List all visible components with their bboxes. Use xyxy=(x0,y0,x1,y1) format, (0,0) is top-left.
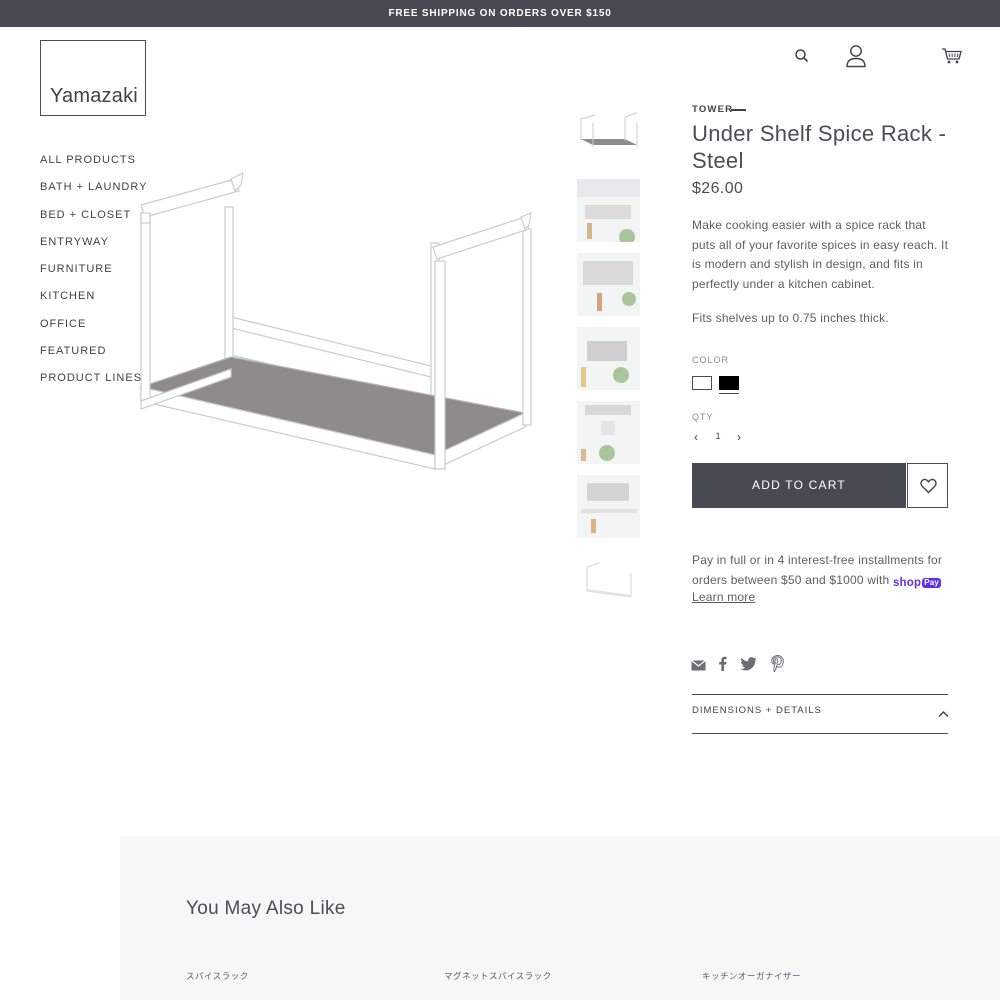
nav-item-bed-closet[interactable]: BED + CLOSET xyxy=(40,205,147,232)
cart-icon[interactable] xyxy=(941,47,963,65)
nav-item-office[interactable]: OFFICE xyxy=(40,314,147,341)
shipping-banner: FREE SHIPPING ON ORDERS OVER $150 xyxy=(0,0,1000,27)
dimensions-details-toggle[interactable]: DIMENSIONS + DETAILS xyxy=(692,705,822,716)
qty-increase-button[interactable]: › xyxy=(733,430,745,444)
logo-text: Yamazaki xyxy=(50,85,138,107)
thumbnail-2[interactable] xyxy=(577,179,640,242)
nav-item-product-lines[interactable]: PRODUCT LINES xyxy=(40,368,147,395)
pinterest-icon[interactable] xyxy=(771,654,784,677)
details-bottom-divider xyxy=(692,733,948,734)
nav-item-bath-laundry[interactable]: BATH + LAUNDRY xyxy=(40,177,147,204)
add-to-cart-button[interactable]: ADD TO CART xyxy=(692,463,906,508)
learn-more-link[interactable]: Learn more xyxy=(692,590,755,604)
product-price: $26.00 xyxy=(692,180,744,197)
wishlist-button[interactable] xyxy=(907,463,948,508)
twitter-icon[interactable] xyxy=(740,657,757,676)
product-main-image[interactable] xyxy=(135,165,545,485)
color-label: COLOR xyxy=(692,355,730,365)
qty-value[interactable]: 1 xyxy=(712,431,724,441)
color-swatch-black[interactable] xyxy=(719,376,739,390)
nav-item-kitchen[interactable]: KITCHEN xyxy=(40,286,147,313)
category-nav: ALL PRODUCTS BATH + LAUNDRY BED + CLOSET… xyxy=(40,150,147,396)
shop-pay-logo: shop Pay xyxy=(892,574,942,594)
nav-item-entryway[interactable]: ENTRYWAY xyxy=(40,232,147,259)
thumbnail-7[interactable] xyxy=(577,555,640,618)
product-fit-note: Fits shelves up to 0.75 inches thick. xyxy=(692,311,889,325)
related-products-title: You May Also Like xyxy=(186,898,346,919)
account-icon[interactable] xyxy=(845,44,867,68)
color-swatch-white[interactable] xyxy=(692,376,712,390)
nav-item-furniture[interactable]: FURNITURE xyxy=(40,259,147,286)
heart-icon xyxy=(920,478,937,494)
qty-decrease-button[interactable]: ‹ xyxy=(690,430,702,444)
qty-label: QTY xyxy=(692,412,714,422)
nav-item-featured[interactable]: FEATURED xyxy=(40,341,147,368)
details-top-divider xyxy=(692,694,948,695)
email-icon[interactable] xyxy=(691,658,706,676)
thumbnail-6[interactable] xyxy=(577,475,640,538)
shop-pay-word: shop xyxy=(892,576,922,589)
product-description: Make cooking easier with a spice rack th… xyxy=(692,218,949,291)
related-product-2[interactable]: マグネットスパイスラック xyxy=(444,970,552,982)
related-product-1[interactable]: スパイスラック xyxy=(186,970,249,982)
thumbnail-3[interactable] xyxy=(577,253,640,316)
brand-divider xyxy=(731,109,746,111)
related-product-3[interactable]: キッチンオーガナイザー xyxy=(702,970,801,982)
search-icon[interactable] xyxy=(794,48,810,64)
nav-item-all-products[interactable]: ALL PRODUCTS xyxy=(40,150,147,177)
selected-swatch-indicator xyxy=(719,393,739,394)
logo[interactable]: Yamazaki xyxy=(40,40,146,116)
shop-pay-pill: Pay xyxy=(922,577,942,588)
facebook-icon[interactable] xyxy=(719,656,727,676)
thumbnail-5[interactable] xyxy=(577,401,640,464)
thumbnail-4[interactable] xyxy=(577,327,640,390)
product-title: Under Shelf Spice Rack - Steel xyxy=(692,121,947,173)
thumbnail-1[interactable] xyxy=(577,105,640,168)
chevron-up-icon[interactable] xyxy=(938,705,949,723)
product-brand[interactable]: TOWER xyxy=(692,104,733,115)
installments-text: Pay in full or in 4 interest-free instal… xyxy=(692,551,954,593)
